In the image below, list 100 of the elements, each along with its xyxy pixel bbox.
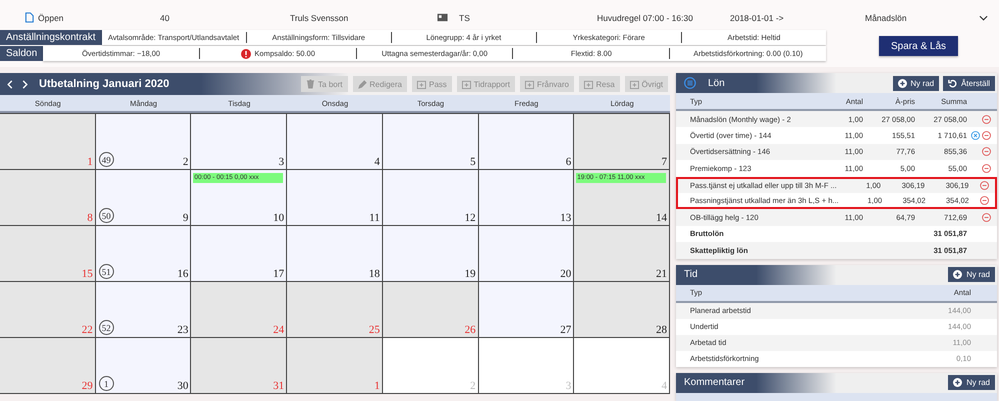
day-cell[interactable]: 11 (287, 170, 383, 226)
panel-button[interactable]: Ny rad (948, 375, 995, 390)
day-number: 2 (470, 380, 476, 392)
calendar-plus-icon (416, 80, 426, 88)
day-cell[interactable]: 49 2 (96, 114, 192, 170)
panel-title: Kommentarer (684, 377, 745, 388)
day-cell[interactable]: 28 (574, 282, 670, 338)
day-number: 13 (560, 212, 572, 224)
day-number: 12 (464, 212, 476, 224)
day-number: 8 (87, 212, 93, 224)
week-number: 1 (98, 376, 114, 391)
plus-icon (953, 378, 962, 388)
pencil-icon (358, 80, 367, 88)
day-cell[interactable]: 17 (191, 226, 288, 282)
save-lock-button[interactable]: Spara & Lås (879, 36, 958, 56)
day-cell[interactable]: 20 (478, 226, 574, 282)
panel-button[interactable]: Återställ (943, 76, 995, 90)
employee-number: 40 (160, 12, 170, 22)
day-number: 9 (182, 212, 188, 224)
day-number: 10 (273, 212, 284, 224)
remove-icon[interactable] (980, 181, 989, 190)
plus-icon (953, 270, 962, 280)
day-cell[interactable]: 4 (287, 114, 383, 170)
day-number: 14 (656, 212, 667, 224)
status-text: Öppen (25, 12, 160, 23)
day-cell[interactable]: 50 9 (96, 170, 192, 226)
remove-icon[interactable] (982, 164, 991, 173)
day-number: 26 (464, 324, 476, 336)
day-number: 3 (278, 156, 284, 168)
day-cell[interactable]: 5 (382, 114, 479, 170)
remove-icon[interactable] (982, 114, 991, 124)
plus-icon (898, 78, 907, 88)
panel-title: Lön (708, 78, 725, 88)
remove-icon[interactable] (982, 213, 991, 222)
day-number: 4 (662, 380, 667, 392)
day-cell[interactable]: 12 (382, 170, 479, 226)
day-number: 18 (368, 268, 380, 280)
day-number: 6 (566, 156, 572, 168)
day-number: 5 (470, 156, 476, 168)
panel-button[interactable]: Ny rad (892, 76, 940, 90)
calendar-plus-icon (524, 80, 534, 88)
day-number: 20 (560, 268, 572, 280)
panel-button[interactable]: Ny rad (948, 267, 995, 282)
day-cell[interactable]: 6 (478, 114, 574, 170)
day-number: 3 (566, 380, 572, 392)
day-cell[interactable]: 3 (191, 114, 288, 170)
section-label: Saldon (0, 46, 44, 61)
day-cell[interactable]: 7 (574, 114, 670, 170)
day-number: 16 (177, 268, 188, 280)
day-number: 22 (82, 324, 93, 336)
calendar-plus-icon (584, 80, 593, 88)
day-number: 19 (464, 268, 476, 280)
id-card-icon (437, 13, 448, 22)
schedule-rule: Huvudregel 07:00 - 16:30 (597, 12, 694, 22)
undo-icon (948, 78, 958, 88)
day-cell[interactable]: 52 23 (96, 282, 192, 338)
panel-title: Tid (684, 269, 698, 280)
chevron-down-icon[interactable] (979, 14, 988, 20)
day-cell[interactable]: 1 30 (96, 338, 192, 394)
day-number: 15 (82, 268, 93, 280)
week-number: 52 (98, 320, 114, 335)
day-number: 11 (369, 212, 380, 224)
week-number: 49 (98, 152, 114, 167)
trash-icon (306, 79, 316, 89)
week-number: 50 (98, 208, 114, 223)
employee-name: Truls Svensson (290, 12, 350, 22)
day-number: 1 (87, 156, 93, 168)
salary-type: Månadslön (865, 12, 908, 22)
document-icon (25, 12, 34, 23)
day-number: 23 (177, 324, 188, 336)
day-number: 30 (177, 380, 188, 392)
start-date: 2018-01-01 -> (730, 12, 785, 22)
employee-initials: TS (459, 12, 471, 22)
day-number: 2 (182, 156, 188, 168)
day-cell[interactable]: 51 16 (96, 226, 192, 282)
day-number: 1 (374, 380, 380, 392)
menu-icon[interactable] (684, 77, 696, 89)
day-number: 17 (273, 268, 284, 280)
day-number: 29 (82, 380, 93, 392)
calendar-plus-icon (630, 80, 639, 88)
day-number: 21 (656, 268, 667, 280)
week-number: 51 (98, 264, 114, 279)
previous-icon[interactable] (7, 80, 13, 88)
remove-icon[interactable] (980, 196, 989, 205)
day-cell[interactable]: 19 (382, 226, 479, 282)
day-cell[interactable]: 21 (574, 226, 670, 282)
calendar-title: Utbetalning Januari 2020 (39, 78, 170, 90)
calendar-plus-icon (462, 80, 471, 88)
day-cell[interactable]: 27 (478, 282, 574, 338)
day-number: 7 (662, 156, 667, 168)
day-number: 24 (273, 324, 284, 336)
day-number: 31 (273, 380, 284, 392)
day-number: 4 (374, 156, 380, 168)
day-number: 28 (656, 324, 667, 336)
day-cell[interactable]: 18 (287, 226, 383, 282)
section-label: Anställningskontrakt (0, 30, 102, 45)
day-cell[interactable]: 13 (478, 170, 574, 226)
remove-icon[interactable] (982, 147, 991, 156)
next-icon[interactable] (22, 80, 28, 88)
remove-icon[interactable] (982, 131, 991, 140)
